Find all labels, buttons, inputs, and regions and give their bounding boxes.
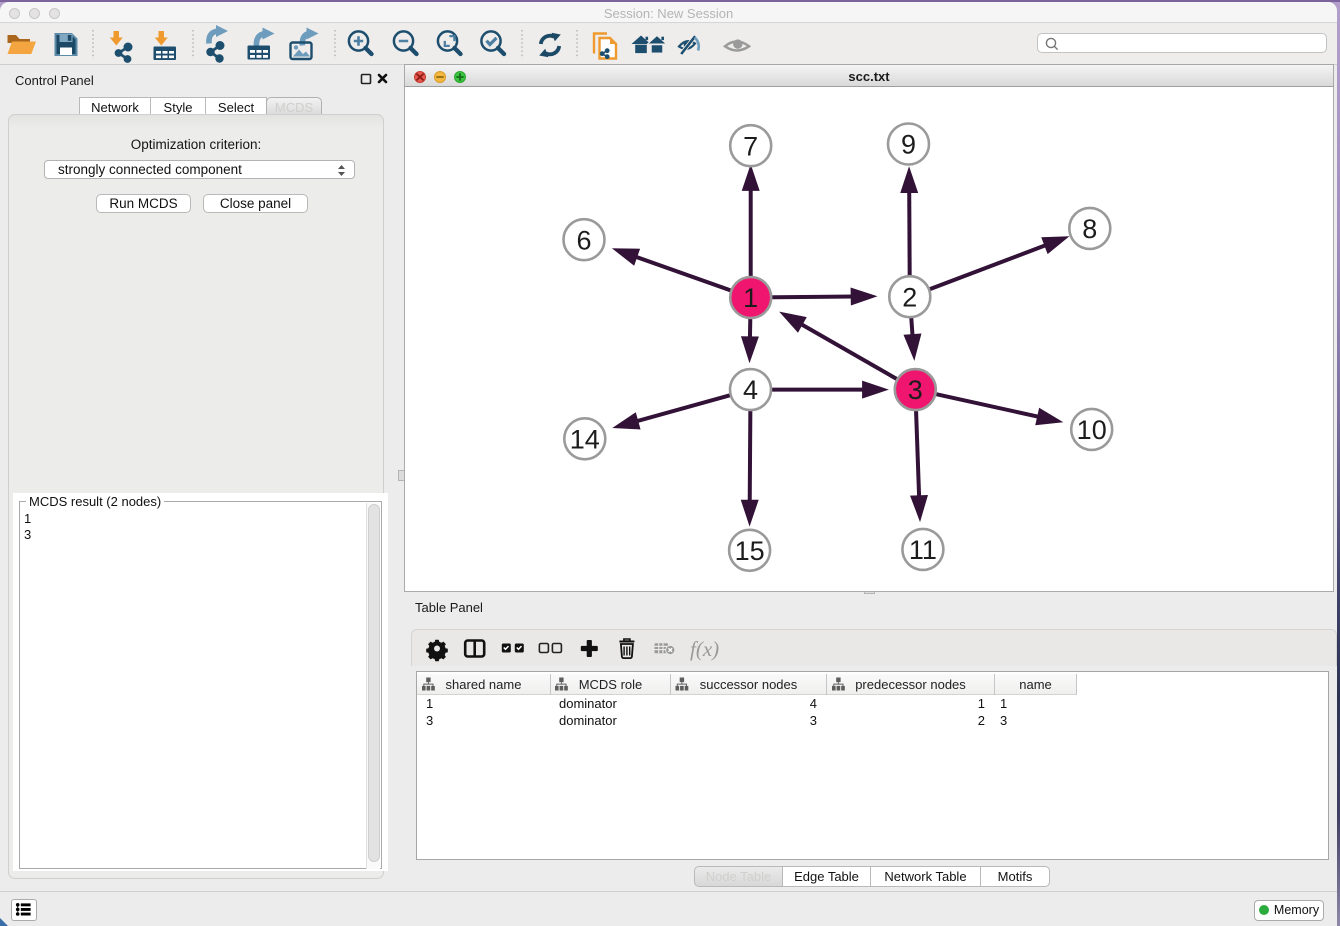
svg-text:6: 6 [576,225,591,255]
svg-text:4: 4 [743,375,758,405]
svg-text:10: 10 [1077,415,1107,445]
svg-text:15: 15 [735,536,765,566]
svg-text:1: 1 [743,283,758,313]
svg-text:11: 11 [909,535,937,565]
svg-text:14: 14 [570,424,600,454]
svg-text:7: 7 [743,131,758,161]
svg-text:8: 8 [1082,214,1097,244]
svg-text:3: 3 [908,375,923,405]
svg-text:f(x): f(x) [690,637,719,661]
svg-text:9: 9 [901,130,916,160]
svg-text:2: 2 [902,282,917,312]
